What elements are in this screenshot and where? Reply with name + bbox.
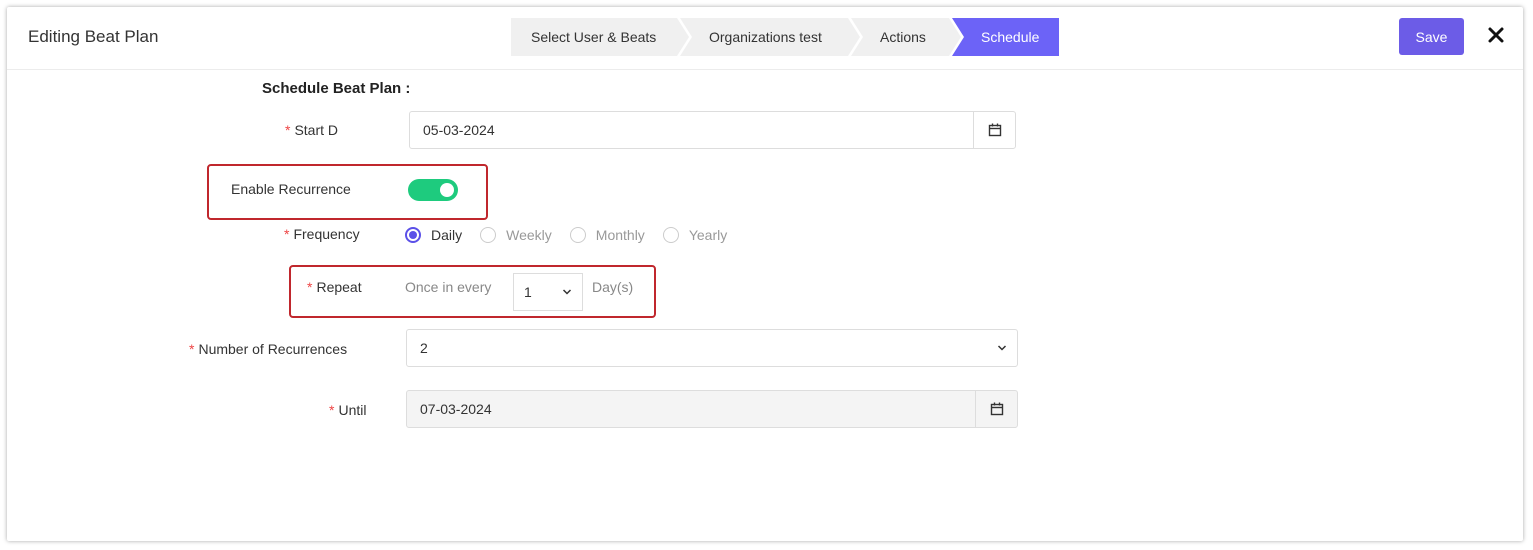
radio-weekly[interactable]: Weekly xyxy=(480,227,552,243)
section-title: Schedule Beat Plan : xyxy=(262,80,411,97)
num-recurrences-value: 2 xyxy=(420,340,428,356)
step-label: Select User & Beats xyxy=(531,29,657,45)
start-date-label: * Start D xyxy=(285,122,339,138)
step-select-user-beats[interactable]: Select User & Beats xyxy=(511,18,689,56)
radio-button[interactable] xyxy=(405,227,421,243)
required-mark: * xyxy=(284,226,290,242)
step-label: Actions xyxy=(880,29,926,45)
page-title: Editing Beat Plan xyxy=(28,27,159,46)
required-mark: * xyxy=(189,341,195,357)
enable-recurrence-label: Enable Recurrence xyxy=(231,181,351,197)
modal-header: Editing Beat Plan Select User & Beats Or… xyxy=(7,7,1523,70)
calendar-icon xyxy=(990,402,1003,416)
radio-button[interactable] xyxy=(662,227,679,243)
step-label: Organizations test xyxy=(709,29,822,45)
num-recurrences-label: * Number of Recurrences xyxy=(189,341,348,357)
repeat-suffix: Day(s) xyxy=(592,279,634,295)
step-organizations[interactable]: Organizations test xyxy=(680,18,860,56)
until-date-calendar-button[interactable] xyxy=(975,391,1017,427)
until-date-value: 07-03-2024 xyxy=(420,401,492,417)
repeat-label: * Repeat xyxy=(307,279,362,295)
close-button[interactable] xyxy=(1485,22,1509,50)
start-date-value: 05-03-2024 xyxy=(423,122,495,138)
calendar-icon xyxy=(988,123,1001,137)
radio-yearly[interactable]: Yearly xyxy=(662,227,727,243)
frequency-label: * Frequency xyxy=(284,226,360,242)
toggle-knob xyxy=(440,183,454,197)
frequency-radio-group: Daily Weekly Monthly Yearly xyxy=(405,225,745,245)
repeat-prefix: Once in every xyxy=(405,279,492,295)
step-actions[interactable]: Actions xyxy=(851,18,961,56)
num-recurrences-select[interactable]: 2 xyxy=(406,329,1018,367)
until-date-input[interactable]: 07-03-2024 xyxy=(406,390,1018,428)
start-date-input[interactable]: 05-03-2024 xyxy=(409,111,1016,149)
radio-button[interactable] xyxy=(480,227,497,243)
repeat-interval-select[interactable]: 1 xyxy=(513,273,583,311)
until-label: * Until xyxy=(329,402,367,418)
required-mark: * xyxy=(329,402,335,418)
modal-dialog: Editing Beat Plan Select User & Beats Or… xyxy=(7,7,1523,541)
repeat-interval-value: 1 xyxy=(524,284,532,300)
save-button[interactable]: Save xyxy=(1399,18,1464,55)
required-mark: * xyxy=(307,279,313,295)
start-date-calendar-button[interactable] xyxy=(973,112,1015,148)
radio-monthly[interactable]: Monthly xyxy=(569,227,645,243)
chevron-down-icon xyxy=(562,274,572,323)
chevron-down-icon xyxy=(997,330,1007,379)
required-mark: * xyxy=(285,122,291,138)
recurrence-toggle[interactable] xyxy=(408,179,458,201)
step-progress: Select User & Beats Organizations test A… xyxy=(511,18,1059,56)
close-icon xyxy=(1488,27,1504,43)
radio-daily[interactable]: Daily xyxy=(405,227,462,243)
step-label: Schedule xyxy=(981,29,1040,45)
radio-button[interactable] xyxy=(569,227,586,243)
step-schedule[interactable]: Schedule xyxy=(952,18,1059,56)
